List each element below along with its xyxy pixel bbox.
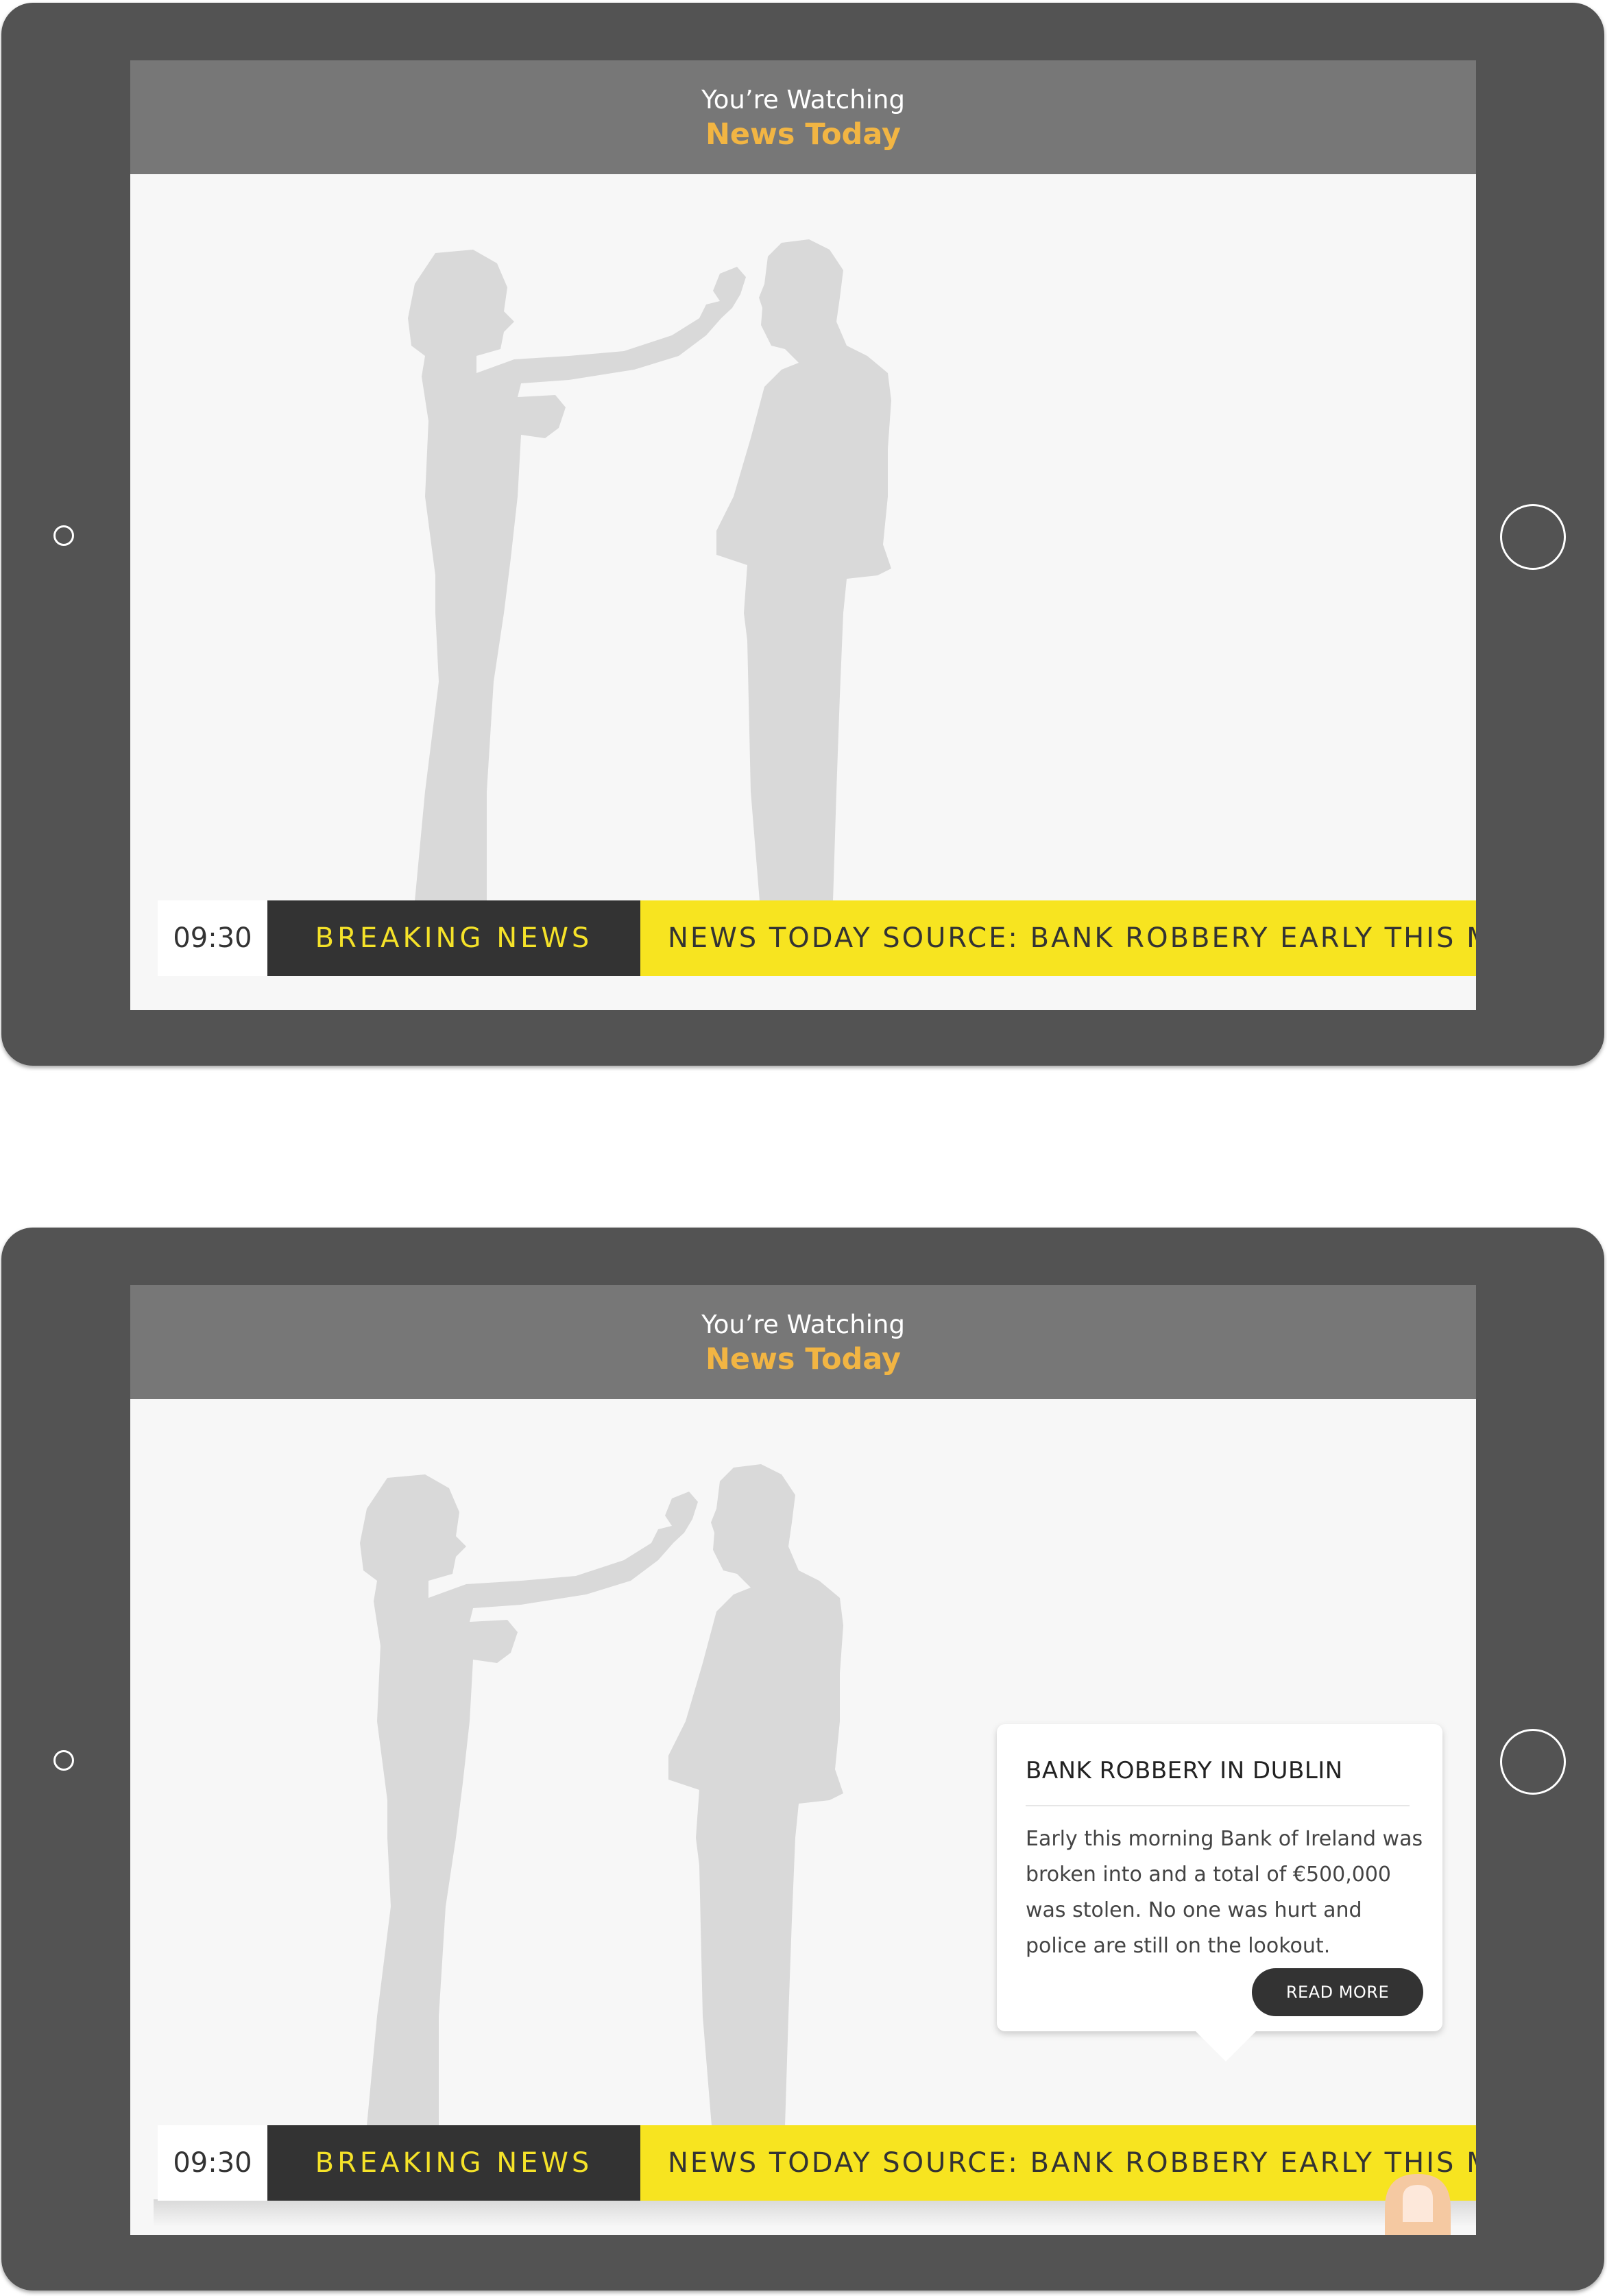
- now-watching-label: You’re Watching: [701, 1310, 905, 1339]
- now-watching-bar: You’re Watching News Today: [130, 60, 1476, 174]
- home-button[interactable]: [1500, 504, 1566, 570]
- ticker-shadow: [154, 2199, 1476, 2227]
- reporter-silhouette-icon: [408, 250, 746, 901]
- tablet-device: You’re Watching News Today 09:30 BREAKIN…: [1, 3, 1604, 1066]
- interviewee-silhouette-icon: [716, 239, 891, 901]
- breaking-news-label: BREAKING NEWS: [267, 2125, 640, 2201]
- channel-name: News Today: [705, 117, 902, 152]
- popup-body-text: Early this morning Bank of Ireland was b…: [1026, 1827, 1423, 1958]
- popup-title: BANK ROBBERY IN DUBLIN: [1026, 1757, 1343, 1784]
- popup-pointer: [1196, 2031, 1256, 2061]
- ticker-headline[interactable]: NEWS TODAY SOURCE: BANK ROBBERY EARLY TH…: [640, 900, 1476, 976]
- read-more-button[interactable]: READ MORE: [1252, 1968, 1423, 2016]
- home-button[interactable]: [1500, 1729, 1566, 1795]
- tablet-device: You’re Watching News Today 09:30 BREAKIN…: [1, 1228, 1604, 2291]
- channel-name: News Today: [705, 1342, 902, 1376]
- now-watching-bar: You’re Watching News Today: [130, 1285, 1476, 1399]
- breaking-news-label: BREAKING NEWS: [267, 900, 640, 976]
- tap-finger-icon: [1385, 2174, 1451, 2235]
- front-camera-icon: [53, 1750, 74, 1771]
- tv-screen: You’re Watching News Today 09:30 BREAKIN…: [130, 60, 1476, 1010]
- ticker-time: 09:30: [158, 900, 267, 976]
- reporter-silhouette-icon: [360, 1474, 698, 2126]
- video-frame: [130, 174, 1476, 929]
- news-ticker[interactable]: 09:30 BREAKING NEWS NEWS TODAY SOURCE: B…: [158, 2125, 1476, 2201]
- now-watching-label: You’re Watching: [701, 85, 905, 115]
- tv-screen: You’re Watching News Today 09:30 BREAKIN…: [130, 1285, 1476, 2235]
- interviewee-silhouette-icon: [668, 1464, 843, 2126]
- ticker-time: 09:30: [158, 2125, 267, 2201]
- front-camera-icon: [53, 525, 74, 546]
- popup-divider: [1026, 1805, 1410, 1806]
- news-ticker[interactable]: 09:30 BREAKING NEWS NEWS TODAY SOURCE: B…: [158, 900, 1476, 976]
- news-popup-card: BANK ROBBERY IN DUBLIN Early this mornin…: [997, 1724, 1442, 2061]
- ticker-headline[interactable]: NEWS TODAY SOURCE: BANK ROBBERY EARLY TH…: [640, 2125, 1476, 2201]
